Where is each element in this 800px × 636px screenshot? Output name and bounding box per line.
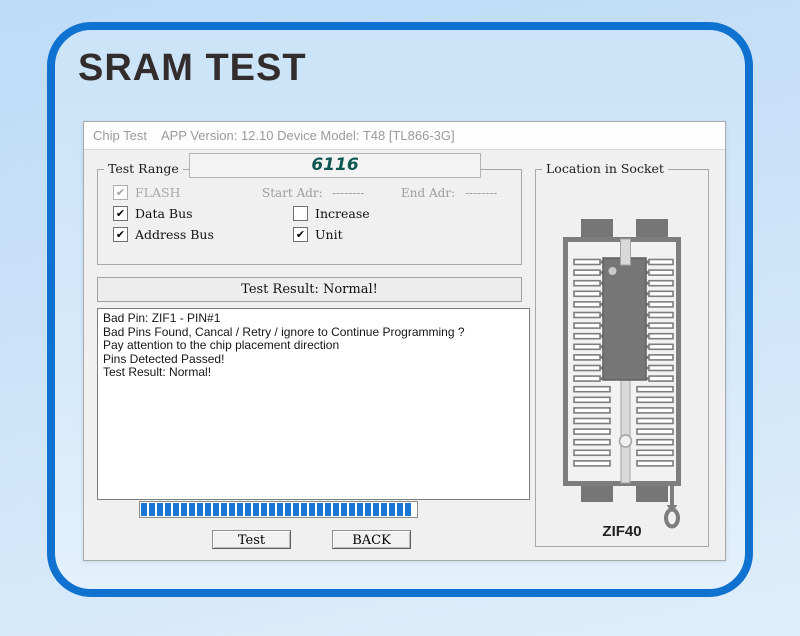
- log-line: Bad Pins Found, Cancal / Retry / ignore …: [103, 326, 524, 340]
- increase-checkbox[interactable]: Increase: [293, 206, 370, 221]
- socket-rail-knob: [620, 435, 632, 447]
- log-line: Test Result: Normal!: [103, 366, 524, 380]
- address-bus-checkbox-box[interactable]: ✔: [113, 227, 128, 242]
- back-button[interactable]: BACK: [332, 530, 411, 549]
- address-bus-checkbox[interactable]: ✔ Address Bus: [113, 227, 214, 242]
- log-output[interactable]: Bad Pin: ZIF1 - PIN#1Bad Pins Found, Can…: [97, 308, 530, 500]
- start-adr-value: --------: [332, 186, 364, 200]
- socket-name-label: ZIF40: [536, 523, 708, 540]
- chip-pin1-dot: [609, 267, 617, 275]
- socket-top-tab-right: [636, 219, 668, 238]
- end-adr-label: End Adr:: [401, 186, 455, 200]
- unit-checkbox-box[interactable]: ✔: [293, 227, 308, 242]
- socket-bottom-tab-right: [636, 486, 668, 502]
- unit-checkbox[interactable]: ✔ Unit: [293, 227, 343, 242]
- flash-checkbox-box[interactable]: ✔: [113, 185, 128, 200]
- window-version-info: APP Version: 12.10 Device Model: T48 [TL…: [161, 128, 455, 143]
- test-range-group: Test Range ✔ FLASH ✔ Data Bus ✔ Address …: [97, 169, 522, 265]
- log-line: Pins Detected Passed!: [103, 353, 524, 367]
- end-adr-value: --------: [465, 186, 497, 200]
- data-bus-checkbox-box[interactable]: ✔: [113, 206, 128, 221]
- log-line: Pay attention to the chip placement dire…: [103, 339, 524, 353]
- flash-checkbox-label: FLASH: [135, 185, 180, 200]
- test-range-group-label: Test Range: [104, 161, 183, 176]
- socket-top-tab-left: [581, 219, 613, 238]
- increase-checkbox-box[interactable]: [293, 206, 308, 221]
- chip-test-window: Chip Test APP Version: 12.10 Device Mode…: [83, 121, 726, 561]
- background-card: SRAM TEST Chip Test APP Version: 12.10 D…: [47, 22, 753, 597]
- selected-chip-name: 6116: [189, 153, 481, 178]
- handle-stem: [670, 486, 674, 505]
- log-line: Bad Pin: ZIF1 - PIN#1: [103, 312, 524, 326]
- socket-location-group-label: Location in Socket: [542, 161, 668, 176]
- address-bus-checkbox-label: Address Bus: [135, 227, 214, 242]
- socket-bottom-tab-left: [581, 486, 613, 502]
- data-bus-checkbox-label: Data Bus: [135, 206, 193, 221]
- zif-socket-icon: [553, 209, 713, 539]
- socket-rail: [621, 379, 630, 483]
- chip-in-socket-icon: [603, 258, 646, 380]
- unit-checkbox-label: Unit: [315, 227, 343, 242]
- flash-checkbox[interactable]: ✔ FLASH: [113, 185, 180, 200]
- window-titlebar: Chip Test APP Version: 12.10 Device Mode…: [84, 122, 725, 150]
- data-bus-checkbox[interactable]: ✔ Data Bus: [113, 206, 193, 221]
- socket-lever: [621, 239, 631, 265]
- progress-bar: [139, 501, 418, 518]
- start-adr-label: Start Adr:: [262, 186, 323, 200]
- increase-checkbox-label: Increase: [315, 206, 370, 221]
- socket-location-group: Location in Socket ZIF40: [535, 169, 709, 547]
- test-result-bar: Test Result: Normal!: [97, 277, 522, 302]
- page-title: SRAM TEST: [78, 47, 307, 90]
- test-button[interactable]: Test: [212, 530, 291, 549]
- window-title: Chip Test: [93, 128, 147, 143]
- progress-bar-fill: [141, 503, 412, 516]
